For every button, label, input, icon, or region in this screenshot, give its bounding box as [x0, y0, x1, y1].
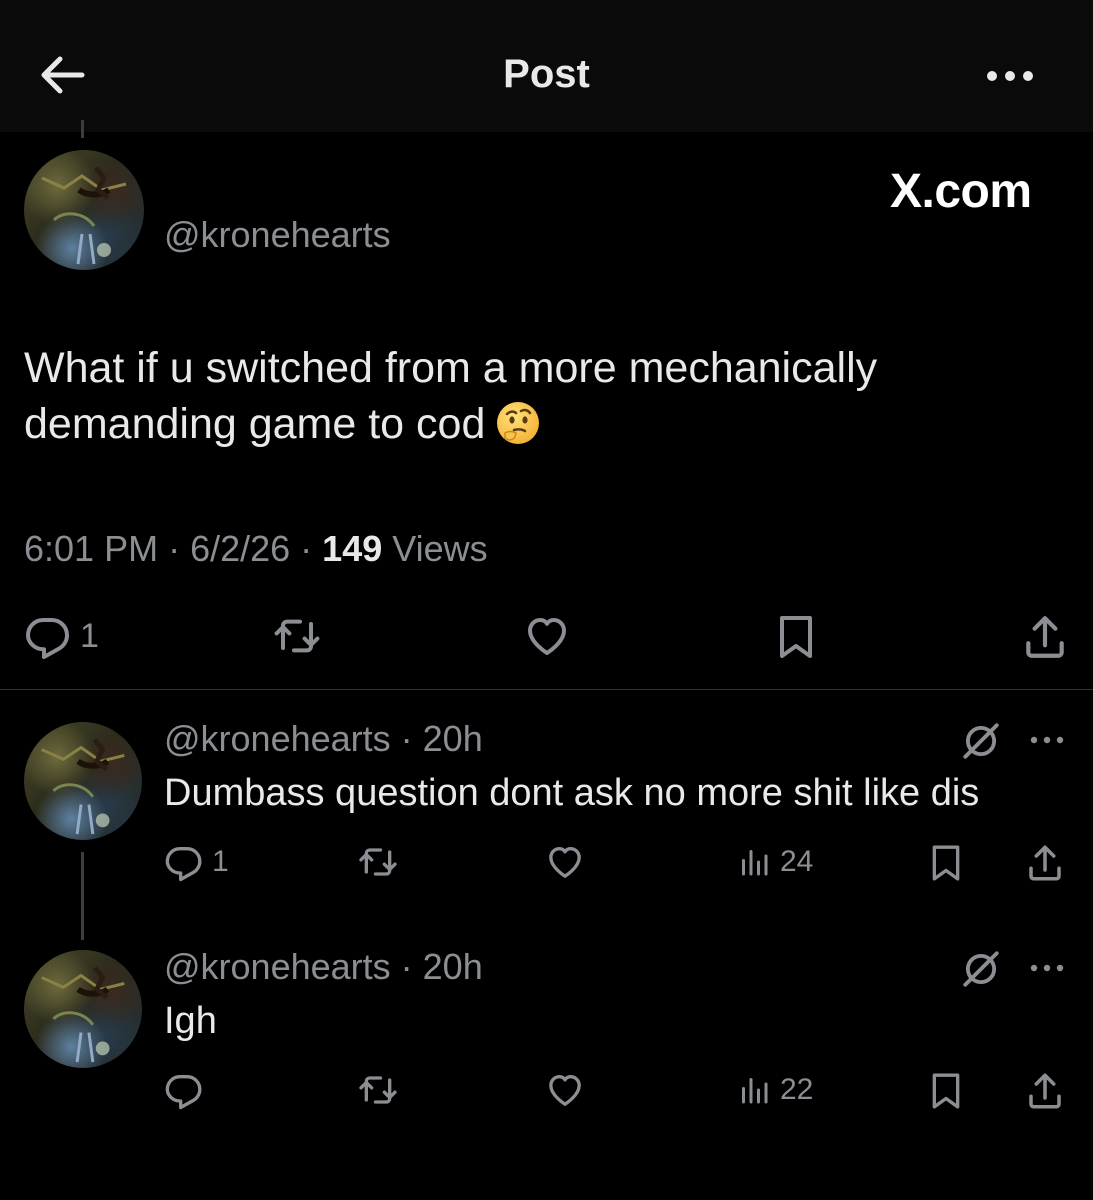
reply-handle[interactable]: @kronehearts	[164, 946, 391, 987]
reply-more-button[interactable]	[1028, 730, 1068, 750]
top-navigation-bar: Post	[0, 0, 1093, 132]
reply-age: 20h	[422, 718, 483, 759]
x-com-watermark: X.com	[890, 165, 1032, 218]
reply-age: 20h	[422, 946, 483, 987]
like-icon	[544, 1070, 586, 1110]
repost-button[interactable]	[270, 612, 324, 660]
post-time: 6:01 PM	[24, 528, 159, 569]
reply-handle[interactable]: @kronehearts	[164, 718, 391, 759]
reply-count: 1	[80, 616, 99, 655]
repost-icon	[270, 612, 324, 660]
back-arrow-icon	[41, 56, 85, 94]
share-icon	[1020, 612, 1070, 662]
reply-count: 1	[212, 845, 229, 878]
post-date: 6/2/26	[190, 528, 291, 569]
repost-icon	[356, 842, 400, 882]
reply-text: Dumbass question dont ask no more shit l…	[164, 772, 980, 814]
more-options-button[interactable]	[982, 60, 1042, 92]
views-label: Views	[392, 528, 488, 569]
repost-icon	[356, 1070, 400, 1110]
like-button[interactable]	[522, 612, 572, 660]
grok-icon	[960, 948, 1002, 990]
more-icon	[987, 71, 1033, 81]
reply-icon	[164, 842, 204, 882]
views-button[interactable]: 24	[736, 842, 813, 882]
bookmark-button[interactable]	[926, 1070, 966, 1112]
views-count: 22	[780, 1073, 814, 1106]
thread-connector	[81, 852, 84, 940]
reply-header: @kronehearts · 20h	[164, 718, 483, 760]
post-text: What if u switched from a more mechanica…	[24, 340, 1064, 452]
avatar-image	[24, 722, 142, 840]
reply-button[interactable]: 1	[24, 612, 99, 660]
bookmark-icon	[926, 1070, 966, 1112]
divider	[0, 689, 1093, 690]
avatar-image	[24, 950, 142, 1068]
reply-text: Igh	[164, 1000, 217, 1042]
bookmark-button[interactable]	[926, 842, 966, 884]
thinking-face-emoji-icon	[497, 402, 540, 444]
views-count: 24	[780, 845, 814, 878]
share-icon	[1024, 842, 1066, 884]
separator-dot: ·	[390, 946, 423, 987]
grok-button[interactable]	[960, 720, 1002, 762]
grok-icon	[960, 720, 1002, 762]
views-icon	[736, 842, 772, 882]
author-handle[interactable]: @kronehearts	[164, 214, 391, 256]
post-metadata: 6:01 PM · 6/2/26 · 149 Views	[24, 528, 488, 570]
avatar[interactable]	[24, 722, 142, 840]
share-button[interactable]	[1024, 1070, 1066, 1112]
separator-dot: ·	[390, 718, 423, 759]
separator-dot: ·	[290, 528, 323, 569]
avatar[interactable]	[24, 150, 144, 270]
share-button[interactable]	[1024, 842, 1066, 884]
bookmark-button[interactable]	[772, 612, 820, 662]
more-icon	[1030, 964, 1064, 972]
post-text-content: What if u switched from a more mechanica…	[24, 344, 878, 448]
bookmark-icon	[772, 612, 820, 662]
reply-button[interactable]	[164, 1070, 204, 1110]
back-button[interactable]	[32, 50, 92, 100]
separator-dot: ·	[158, 528, 191, 569]
avatar-image	[24, 150, 144, 270]
views-count: 149	[322, 528, 383, 569]
more-icon	[1030, 736, 1064, 744]
repost-button[interactable]	[356, 842, 400, 882]
repost-button[interactable]	[356, 1070, 400, 1110]
avatar[interactable]	[24, 950, 142, 1068]
views-icon	[736, 1070, 772, 1110]
thread-connector-top	[81, 120, 84, 138]
like-icon	[522, 612, 572, 660]
page-title: Post	[503, 52, 590, 96]
reply-icon	[24, 612, 72, 660]
reply-button[interactable]: 1	[164, 842, 229, 882]
share-icon	[1024, 1070, 1066, 1112]
reply-header: @kronehearts · 20h	[164, 946, 483, 988]
grok-button[interactable]	[960, 948, 1002, 990]
like-icon	[544, 842, 586, 882]
like-button[interactable]	[544, 1070, 586, 1110]
reply-more-button[interactable]	[1028, 958, 1068, 978]
share-button[interactable]	[1020, 612, 1070, 662]
bookmark-icon	[926, 842, 966, 884]
views-button[interactable]: 22	[736, 1070, 813, 1110]
like-button[interactable]	[544, 842, 586, 882]
reply-icon	[164, 1070, 204, 1110]
